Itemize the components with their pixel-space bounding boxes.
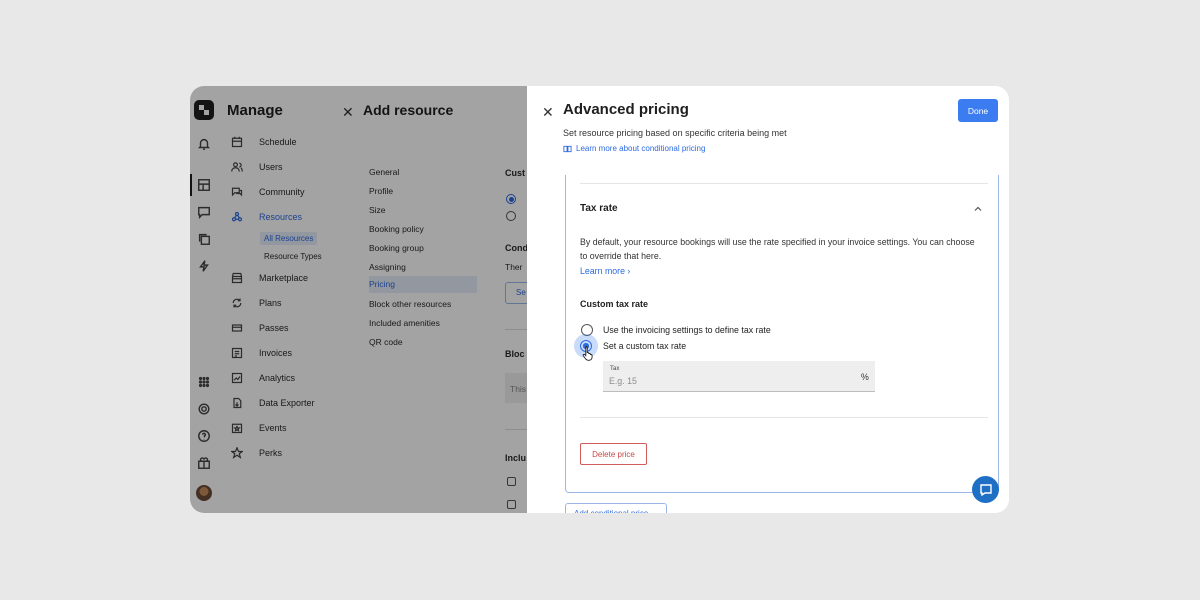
tax-rate-description: By default, your resource bookings will … (580, 237, 975, 261)
chat-support-button[interactable] (972, 476, 999, 503)
hand-cursor-icon (582, 346, 593, 361)
card-divider-bottom (580, 417, 988, 418)
tax-percent-suffix: % (861, 372, 869, 382)
learn-more-link[interactable]: Learn more › (580, 266, 630, 276)
custom-tax-title: Custom tax rate (580, 299, 649, 309)
book-icon (563, 145, 572, 152)
learn-conditional-link[interactable]: Learn more about conditional pricing (563, 144, 705, 153)
panel-title: Advanced pricing (563, 101, 689, 118)
learn-conditional-label: Learn more about conditional pricing (576, 144, 706, 153)
app-window: Manage Schedule Users Community Resource… (190, 86, 1009, 513)
done-button[interactable]: Done (958, 99, 998, 122)
add-conditional-price-button[interactable]: Add conditional price (565, 503, 667, 513)
modal-overlay[interactable] (190, 86, 527, 513)
card-divider-top (580, 183, 988, 184)
option-invoicing-label[interactable]: Use the invoicing settings to define tax… (603, 325, 771, 335)
tax-input[interactable] (609, 375, 839, 387)
panel-subtitle: Set resource pricing based on specific c… (563, 128, 787, 138)
advanced-pricing-panel: ✕ Advanced pricing Set resource pricing … (527, 86, 1009, 513)
pricing-condition-card: Tax rate By default, your resource booki… (565, 175, 999, 493)
chat-bubble-icon (979, 483, 992, 496)
tax-rate-section-title[interactable]: Tax rate (580, 203, 618, 214)
option-custom-label[interactable]: Set a custom tax rate (603, 341, 686, 351)
chevron-up-icon[interactable] (974, 205, 982, 213)
close-icon[interactable]: ✕ (542, 104, 554, 121)
tax-field-label: Tax (610, 366, 620, 372)
tax-field[interactable]: Tax % (603, 361, 875, 392)
delete-price-button[interactable]: Delete price (580, 443, 647, 465)
